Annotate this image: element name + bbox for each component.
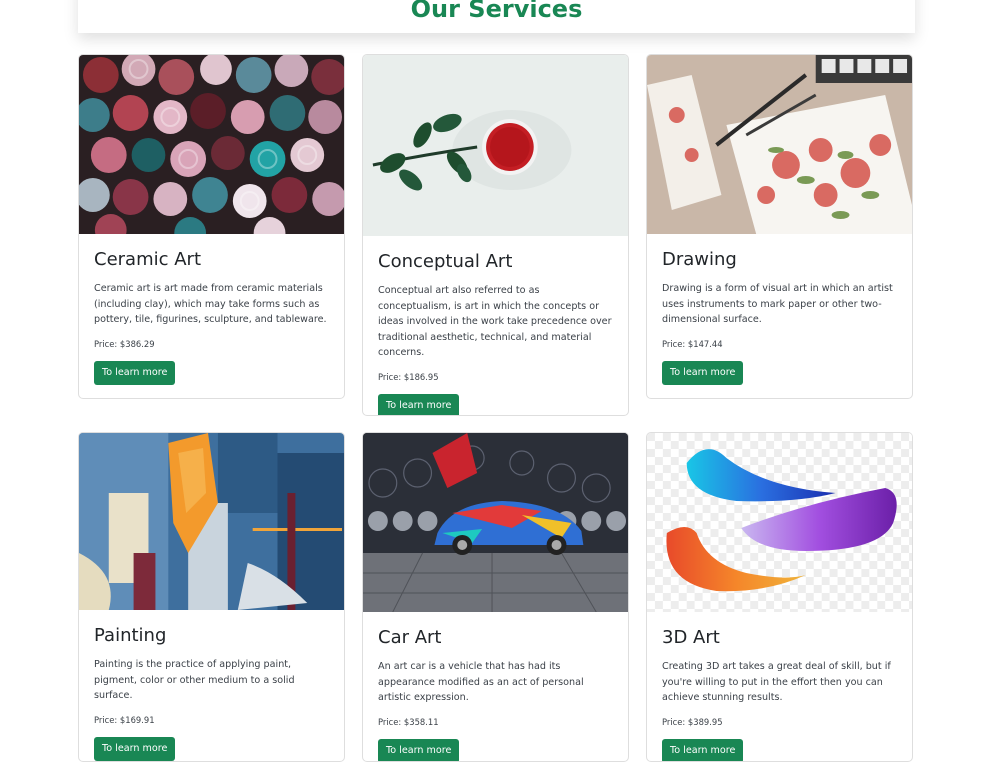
card-price: Price: $358.11 xyxy=(378,716,613,728)
card-description: Ceramic art is art made from ceramic mat… xyxy=(94,281,329,328)
learn-more-button[interactable]: To learn more xyxy=(662,361,743,385)
conceptual-art-image xyxy=(363,55,628,236)
card-title: 3D Art xyxy=(662,626,897,650)
card-price: Price: $169.91 xyxy=(94,714,329,726)
learn-more-button[interactable]: To learn more xyxy=(662,739,743,762)
card-title: Ceramic Art xyxy=(94,248,329,272)
card-title: Conceptual Art xyxy=(378,250,613,274)
card-body: Car Art An art car is a vehicle that has… xyxy=(363,612,628,762)
card-description: Creating 3D art takes a great deal of sk… xyxy=(662,659,897,706)
card-body: Painting Painting is the practice of app… xyxy=(79,610,344,762)
ceramic-art-image xyxy=(79,55,344,234)
card-description: An art car is a vehicle that has had its… xyxy=(378,659,613,706)
learn-more-button[interactable]: To learn more xyxy=(94,361,175,385)
painting-image xyxy=(79,433,344,610)
services-header: Our Services xyxy=(78,0,915,33)
learn-more-button[interactable]: To learn more xyxy=(378,394,459,417)
card-price: Price: $147.44 xyxy=(662,338,897,350)
card-price: Price: $186.95 xyxy=(378,371,613,383)
drawing-image xyxy=(647,55,912,234)
car-art-image xyxy=(363,433,628,612)
card-body: 3D Art Creating 3D art takes a great dea… xyxy=(647,612,912,762)
card-title: Drawing xyxy=(662,248,897,272)
card-title: Painting xyxy=(94,624,329,648)
card-description: Conceptual art also referred to as conce… xyxy=(378,283,613,361)
card-price: Price: $386.29 xyxy=(94,338,329,350)
service-card-ceramic-art: Ceramic Art Ceramic art is art made from… xyxy=(78,54,345,399)
card-title: Car Art xyxy=(378,626,613,650)
card-body: Conceptual Art Conceptual art also refer… xyxy=(363,236,628,416)
page-title: Our Services xyxy=(78,0,915,24)
3d-art-image xyxy=(647,433,912,612)
card-price: Price: $389.95 xyxy=(662,716,897,728)
card-description: Painting is the practice of applying pai… xyxy=(94,657,329,704)
learn-more-button[interactable]: To learn more xyxy=(378,739,459,762)
service-card-conceptual-art: Conceptual Art Conceptual art also refer… xyxy=(362,54,629,416)
service-card-3d-art: 3D Art Creating 3D art takes a great dea… xyxy=(646,432,913,762)
card-description: Drawing is a form of visual art in which… xyxy=(662,281,897,328)
service-card-drawing: Drawing Drawing is a form of visual art … xyxy=(646,54,913,399)
learn-more-button[interactable]: To learn more xyxy=(94,737,175,761)
card-body: Drawing Drawing is a form of visual art … xyxy=(647,234,912,399)
service-card-car-art: Car Art An art car is a vehicle that has… xyxy=(362,432,629,762)
service-card-painting: Painting Painting is the practice of app… xyxy=(78,432,345,762)
card-body: Ceramic Art Ceramic art is art made from… xyxy=(79,234,344,399)
